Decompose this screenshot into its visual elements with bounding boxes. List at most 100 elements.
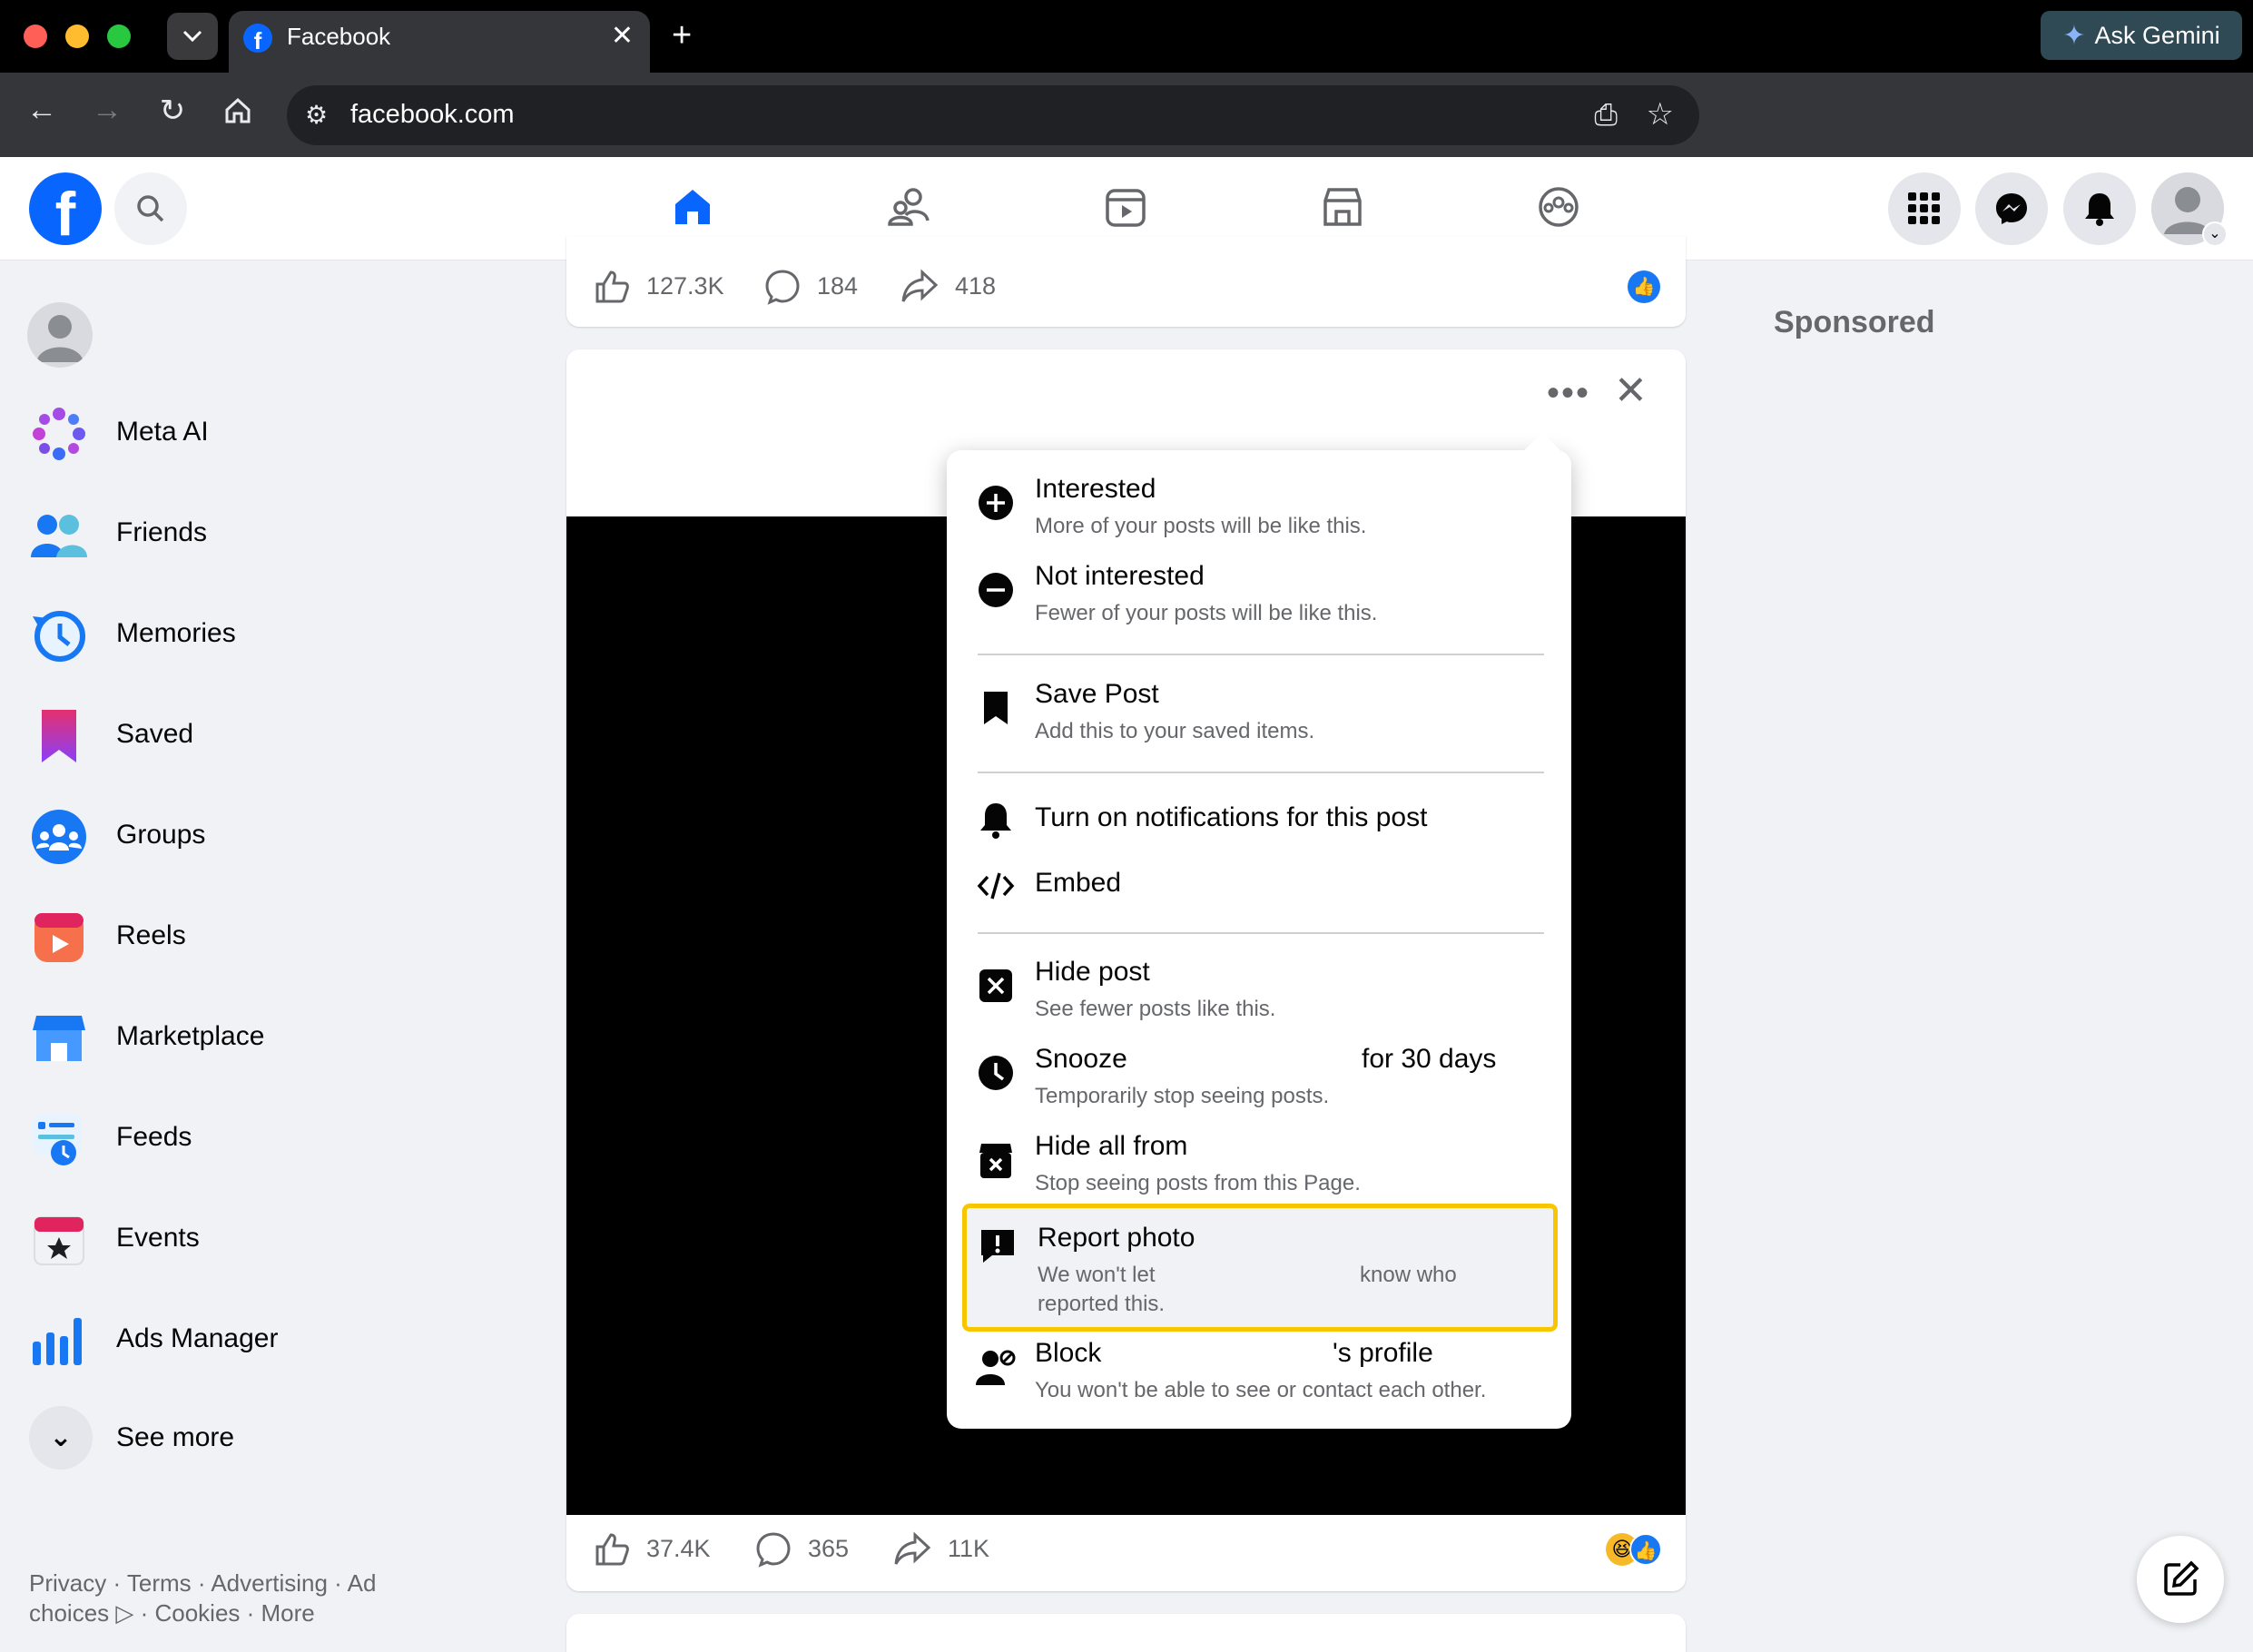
menu-item-subtitle: We won't let [1038, 1263, 1156, 1287]
see-more-label: See more [116, 1422, 235, 1452]
meta-ai-icon [33, 408, 85, 460]
menu-item-subtitle: Fewer of your posts will be like this. [1035, 601, 1378, 625]
sidebar-item-label: Memories [116, 618, 236, 648]
compose-icon [2164, 1560, 2199, 1596]
site-settings-icon[interactable]: ⚙ [305, 100, 328, 130]
menu-item-subtitle-suffix: know who [1360, 1263, 1457, 1287]
menu-item-not-interested[interactable]: Not interested Fewer of your posts will … [947, 561, 1571, 646]
chevron-down-icon: ⌄ [2202, 221, 2228, 247]
video-icon [1106, 189, 1146, 227]
marketplace-icon [1323, 188, 1362, 226]
close-post-icon[interactable]: ✕ [1614, 368, 1648, 414]
messenger-icon [1996, 193, 2027, 224]
comment-count: 365 [808, 1535, 850, 1562]
like-icon[interactable] [594, 1531, 630, 1568]
browser-toolbar: ← → ↻ ⚙ facebook.com ⎙ ☆ [0, 73, 2253, 157]
messenger-button[interactable] [1975, 172, 2048, 245]
share-icon[interactable] [893, 1531, 931, 1568]
facebook-logo-icon[interactable]: f [29, 172, 102, 249]
search-icon [137, 195, 164, 222]
new-tab-button[interactable]: + [672, 16, 692, 55]
friends-icon [888, 188, 930, 226]
search-button[interactable] [114, 172, 187, 245]
share-count: 11K [948, 1535, 990, 1562]
account-avatar[interactable]: ⌄ [2151, 172, 2228, 247]
menu-item-embed[interactable]: Embed [947, 866, 1571, 920]
share-count: 418 [955, 272, 997, 300]
memories-icon [33, 611, 85, 662]
menu-item-save-post[interactable]: Save Post Add this to your saved items. [947, 679, 1571, 764]
home-button[interactable] [216, 93, 260, 133]
tab-search-button[interactable] [167, 13, 218, 60]
close-window-button[interactable] [24, 25, 47, 48]
sidebar-item-memories[interactable]: Memories [27, 595, 536, 676]
comment-icon[interactable] [755, 1531, 792, 1568]
ask-gemini-button[interactable]: ✦ Ask Gemini [2041, 11, 2242, 60]
sidebar-item-feeds[interactable]: Feeds [27, 1098, 536, 1180]
footer-links[interactable]: Privacy · Terms · Advertising · Ad choic… [29, 1568, 456, 1628]
like-icon[interactable] [594, 269, 630, 305]
bookmark-icon [984, 692, 1008, 724]
menu-item-interested[interactable]: Interested More of your posts will be li… [947, 474, 1571, 559]
report-icon [981, 1230, 1014, 1263]
home-icon [225, 97, 251, 123]
address-bar[interactable]: ⚙ facebook.com ⎙ ☆ [287, 85, 1699, 145]
browser-tab[interactable]: f Facebook ✕ [229, 11, 650, 73]
reels-icon [34, 913, 84, 962]
sidebar-item-saved[interactable]: Saved [27, 695, 536, 777]
sidebar-item-groups[interactable]: Groups [27, 796, 536, 878]
profile-avatar[interactable] [27, 302, 93, 368]
comment-icon[interactable] [764, 269, 801, 305]
menu-item-notifications[interactable]: Turn on notifications for this post [947, 801, 1571, 855]
menu-item-subtitle: Temporarily stop seeing posts. [1035, 1084, 1330, 1108]
menu-item-title: Not interested [1035, 561, 1205, 591]
menu-item-title: Embed [1035, 868, 1122, 898]
minimize-window-button[interactable] [65, 25, 89, 48]
sidebar-item-marketplace[interactable]: Marketplace [27, 998, 536, 1079]
sidebar-item-label: Feeds [116, 1122, 192, 1152]
bookmark-star-icon[interactable]: ☆ [1647, 96, 1674, 133]
sidebar-item-meta-ai[interactable]: Meta AI [27, 393, 536, 475]
forward-button[interactable]: → [85, 93, 129, 128]
install-app-icon[interactable]: ⎙ [1594, 98, 1618, 133]
menu-button[interactable] [1888, 172, 1961, 245]
menu-item-title: Interested [1035, 474, 1156, 504]
like-count: 127.3K [646, 272, 724, 300]
marketplace-icon [33, 1016, 85, 1061]
clock-icon [979, 1056, 1013, 1090]
new-message-button[interactable] [2137, 1536, 2224, 1623]
menu-item-snooze[interactable]: Snooze for 30 days Temporarily stop seei… [947, 1044, 1571, 1129]
sidebar-item-friends[interactable]: Friends [27, 494, 536, 575]
sidebar-item-label: Marketplace [116, 1021, 265, 1051]
events-icon [34, 1216, 84, 1265]
menu-item-hide-post[interactable]: Hide post See fewer posts like this. [947, 957, 1571, 1042]
sidebar-item-ads-manager[interactable]: Ads Manager [27, 1300, 536, 1382]
reload-button[interactable]: ↻ [151, 93, 194, 129]
post-card [566, 1614, 1686, 1652]
friends-icon [31, 515, 87, 557]
sidebar-item-events[interactable]: Events [27, 1199, 536, 1281]
menu-item-block[interactable]: Block 's profile You won't be able to se… [947, 1338, 1571, 1423]
sidebar-item-reels[interactable]: Reels [27, 897, 536, 978]
close-tab-icon[interactable]: ✕ [611, 20, 634, 52]
menu-divider [978, 932, 1544, 934]
code-icon [977, 872, 1015, 900]
menu-item-subtitle-line2: reported this. [1038, 1292, 1166, 1316]
sidebar-item-label: Meta AI [116, 417, 209, 447]
more-options-icon[interactable]: ••• [1547, 373, 1590, 414]
see-more-button[interactable]: ⌄ See more [27, 1399, 536, 1480]
block-user-icon [976, 1350, 1016, 1385]
sidebar-item-label: Groups [116, 820, 206, 850]
maximize-window-button[interactable] [107, 25, 131, 48]
menu-item-report-photo[interactable]: Report photo We won't let know who repor… [962, 1204, 1558, 1332]
share-icon[interactable] [900, 269, 939, 305]
url-text: facebook.com [350, 100, 515, 129]
minus-circle-icon [979, 573, 1013, 607]
groups-icon [1539, 187, 1579, 227]
notifications-button[interactable] [2063, 172, 2136, 245]
sidebar-item-label: Saved [116, 719, 194, 749]
menu-item-title: Report photo [1038, 1223, 1195, 1253]
grid-menu-icon [1908, 192, 1940, 224]
back-button[interactable]: ← [20, 93, 64, 128]
menu-divider [978, 654, 1544, 655]
